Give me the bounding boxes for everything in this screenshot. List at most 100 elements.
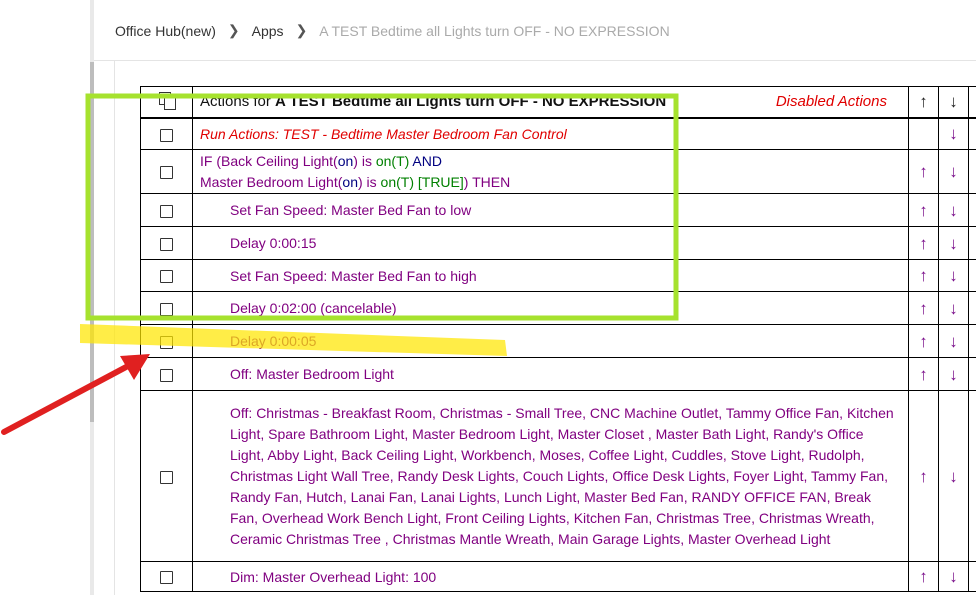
row-checkbox[interactable] bbox=[160, 470, 173, 484]
row-text-cell[interactable]: Off: Master Bedroom Light bbox=[192, 357, 909, 391]
row-checkbox[interactable] bbox=[160, 270, 173, 284]
arrow-up-icon[interactable]: ↑ bbox=[919, 332, 928, 351]
action-text[interactable]: Delay 0:00:15 bbox=[200, 235, 316, 251]
run-actions-text[interactable]: Run Actions: TEST - Bedtime Master Bedro… bbox=[200, 126, 567, 142]
row-down-cell[interactable]: ↓ bbox=[938, 226, 969, 260]
arrow-down-icon[interactable]: ↓ bbox=[949, 467, 958, 486]
arrow-down-icon[interactable]: ↓ bbox=[949, 124, 958, 143]
row-up-cell[interactable]: ↑ bbox=[908, 324, 939, 358]
row-down-cell[interactable]: ↓ bbox=[938, 291, 969, 325]
row-text-cell[interactable]: Set Fan Speed: Master Bed Fan to high bbox=[192, 259, 909, 292]
action-text[interactable]: Set Fan Speed: Master Bed Fan to low bbox=[200, 202, 471, 218]
row-checkbox-cell[interactable] bbox=[140, 357, 193, 391]
row-down-cell[interactable]: ↓ bbox=[938, 390, 969, 562]
arrow-down-icon[interactable]: ↓ bbox=[949, 234, 958, 253]
header-copy-cell[interactable] bbox=[140, 86, 193, 119]
arrow-up-icon[interactable]: ↑ bbox=[919, 299, 928, 318]
arrow-up-icon[interactable]: ↑ bbox=[919, 467, 928, 486]
header-right-cell[interactable]: → bbox=[968, 86, 976, 119]
row-down-cell[interactable]: ↓ bbox=[938, 357, 969, 391]
row-checkbox[interactable] bbox=[160, 204, 173, 218]
row-down-cell[interactable]: ↓ bbox=[938, 259, 969, 292]
arrow-up-icon[interactable]: ↑ bbox=[919, 365, 928, 384]
row-right-cell[interactable]: → bbox=[968, 193, 976, 227]
row-checkbox-cell[interactable] bbox=[140, 291, 193, 325]
row-down-cell[interactable]: ↓ bbox=[938, 117, 969, 150]
row-right-cell[interactable]: → bbox=[968, 390, 976, 562]
arrow-up-icon[interactable]: ↑ bbox=[919, 567, 928, 586]
header-up-cell[interactable]: ↑ bbox=[908, 86, 939, 119]
row-checkbox[interactable] bbox=[160, 128, 173, 142]
row-right-cell[interactable]: → bbox=[968, 561, 976, 592]
row-checkbox-cell[interactable] bbox=[140, 226, 193, 260]
arrow-up-icon[interactable]: ↑ bbox=[919, 201, 928, 220]
row-right-cell[interactable]: → bbox=[968, 117, 976, 150]
row-checkbox-cell[interactable] bbox=[140, 149, 193, 194]
header-down-cell[interactable]: ↓ bbox=[938, 86, 969, 119]
arrow-down-icon[interactable]: ↓ bbox=[949, 162, 958, 181]
arrow-down-icon[interactable]: ↓ bbox=[949, 266, 958, 285]
row-up-cell[interactable]: ↑ bbox=[908, 561, 939, 592]
row-text-cell[interactable]: Delay 0:02:00 (cancelable) bbox=[192, 291, 909, 325]
row-text-cell[interactable]: Run Actions: TEST - Bedtime Master Bedro… bbox=[192, 117, 909, 150]
copy-icon[interactable] bbox=[158, 92, 176, 111]
disabled-actions-link[interactable]: Disabled Actions bbox=[776, 93, 887, 110]
row-text-cell[interactable]: Dim: Master Overhead Light: 100 bbox=[192, 561, 909, 592]
row-checkbox[interactable] bbox=[160, 335, 173, 349]
row-down-cell[interactable]: ↓ bbox=[938, 193, 969, 227]
row-text-cell[interactable]: IF (Back Ceiling Light(on) is on(T) AND … bbox=[192, 149, 909, 194]
row-down-cell[interactable]: ↓ bbox=[938, 324, 969, 358]
action-text[interactable]: Delay 0:02:00 (cancelable) bbox=[200, 300, 397, 316]
row-up-cell[interactable]: ↑ bbox=[908, 259, 939, 292]
row-right-cell[interactable]: → bbox=[968, 259, 976, 292]
action-text[interactable]: Off: Master Bedroom Light bbox=[200, 366, 394, 382]
arrow-down-icon[interactable]: ↓ bbox=[949, 299, 958, 318]
row-down-cell[interactable]: ↓ bbox=[938, 149, 969, 194]
row-right-cell[interactable]: → bbox=[968, 357, 976, 391]
arrow-up-icon[interactable]: ↑ bbox=[919, 266, 928, 285]
row-text-cell[interactable]: Delay 0:00:15 bbox=[192, 226, 909, 260]
row-up-cell[interactable]: ↑ bbox=[908, 226, 939, 260]
arrow-up-icon[interactable]: ↑ bbox=[919, 92, 928, 111]
scrollbar-thumb[interactable] bbox=[90, 62, 94, 422]
row-text-cell[interactable]: Off: Christmas - Breakfast Room, Christm… bbox=[192, 390, 909, 562]
arrow-up-icon[interactable]: ↑ bbox=[919, 234, 928, 253]
left-scrollbar[interactable] bbox=[90, 0, 94, 595]
arrow-up-icon[interactable]: ↑ bbox=[919, 162, 928, 181]
arrow-down-icon[interactable]: ↓ bbox=[949, 92, 958, 111]
row-up-cell[interactable] bbox=[908, 117, 939, 150]
breadcrumb-hub[interactable]: Office Hub(new) bbox=[115, 23, 216, 39]
row-right-cell[interactable] bbox=[968, 324, 976, 358]
action-text[interactable]: Dim: Master Overhead Light: 100 bbox=[200, 569, 436, 585]
row-right-cell[interactable] bbox=[968, 226, 976, 260]
breadcrumb-apps[interactable]: Apps bbox=[252, 23, 284, 39]
row-up-cell[interactable]: ↑ bbox=[908, 357, 939, 391]
row-checkbox-cell[interactable] bbox=[140, 193, 193, 227]
row-text-cell[interactable]: Set Fan Speed: Master Bed Fan to low bbox=[192, 193, 909, 227]
off-devices-text[interactable]: Off: Christmas - Breakfast Room, Christm… bbox=[200, 403, 901, 550]
action-text[interactable]: Delay 0:00:05 bbox=[200, 333, 316, 349]
arrow-down-icon[interactable]: ↓ bbox=[949, 365, 958, 384]
row-up-cell[interactable]: ↑ bbox=[908, 193, 939, 227]
arrow-down-icon[interactable]: ↓ bbox=[949, 332, 958, 351]
row-up-cell[interactable]: ↑ bbox=[908, 390, 939, 562]
row-down-cell[interactable]: ↓ bbox=[938, 561, 969, 592]
row-checkbox-cell[interactable] bbox=[140, 324, 193, 358]
row-checkbox-cell[interactable] bbox=[140, 561, 193, 592]
row-checkbox[interactable] bbox=[160, 302, 173, 316]
row-up-cell[interactable]: ↑ bbox=[908, 149, 939, 194]
row-checkbox-cell[interactable] bbox=[140, 117, 193, 150]
row-checkbox-cell[interactable] bbox=[140, 259, 193, 292]
arrow-down-icon[interactable]: ↓ bbox=[949, 567, 958, 586]
row-up-cell[interactable]: ↑ bbox=[908, 291, 939, 325]
row-text-cell[interactable]: Delay 0:00:05 bbox=[192, 324, 909, 358]
row-right-cell[interactable] bbox=[968, 149, 976, 194]
row-checkbox[interactable] bbox=[160, 166, 173, 180]
row-checkbox[interactable] bbox=[160, 571, 173, 585]
row-checkbox[interactable] bbox=[160, 237, 173, 251]
row-checkbox[interactable] bbox=[160, 368, 173, 382]
row-right-cell[interactable] bbox=[968, 291, 976, 325]
row-checkbox-cell[interactable] bbox=[140, 390, 193, 562]
arrow-down-icon[interactable]: ↓ bbox=[949, 201, 958, 220]
action-text[interactable]: Set Fan Speed: Master Bed Fan to high bbox=[200, 268, 477, 284]
